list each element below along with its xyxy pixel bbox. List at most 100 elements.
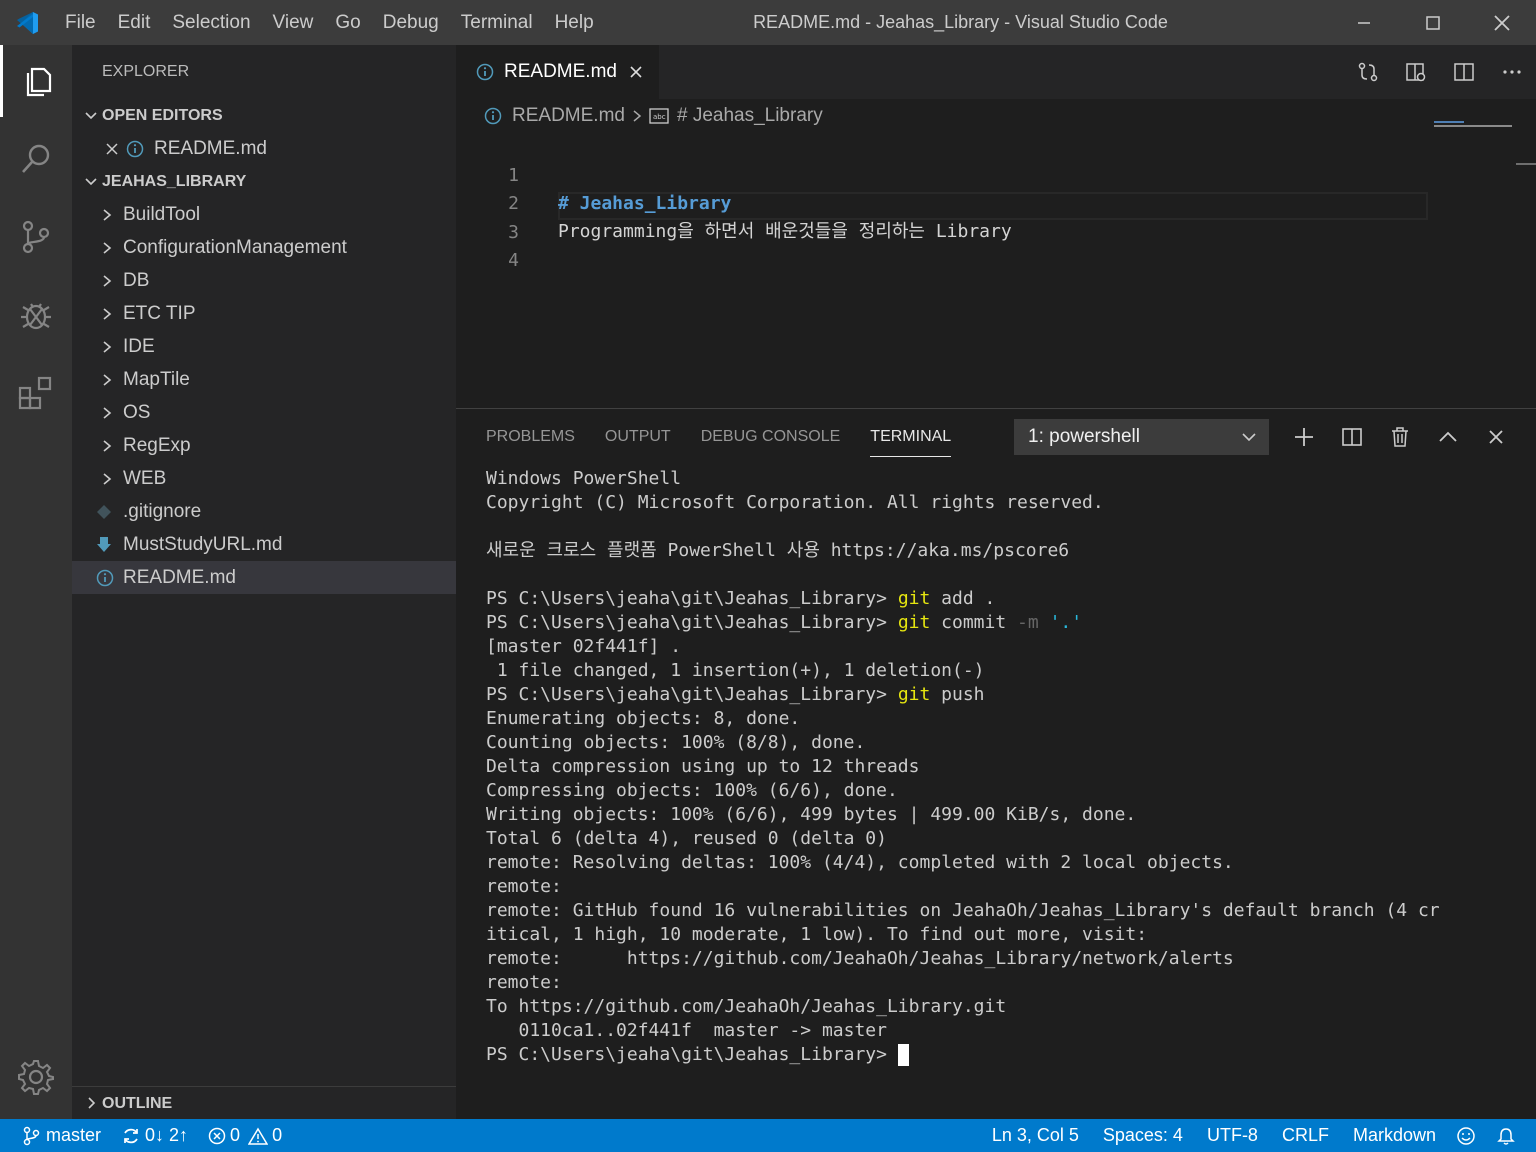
extensions-icon[interactable] [0, 357, 72, 429]
tab-close-icon[interactable] [629, 65, 643, 79]
terminal-line: remote: [486, 972, 562, 993]
open-changes-icon[interactable] [1344, 45, 1392, 99]
split-terminal-icon[interactable] [1328, 409, 1376, 465]
line-ending[interactable]: CRLF [1268, 1119, 1339, 1152]
notifications-bell-icon[interactable] [1486, 1119, 1526, 1152]
explorer-icon[interactable] [0, 45, 72, 117]
menu-edit[interactable]: Edit [107, 0, 162, 45]
maximize-panel-icon[interactable] [1424, 409, 1472, 465]
folder-item[interactable]: BuildTool [72, 198, 456, 231]
breadcrumb: README.md abc # Jeahas_Library [456, 99, 1536, 133]
command-args: commit [930, 612, 1018, 633]
file-label: MustStudyURL.md [123, 534, 283, 555]
folder-item[interactable]: IDE [72, 330, 456, 363]
chevron-right-icon [631, 108, 643, 124]
tab-readme[interactable]: README.md [456, 45, 659, 99]
new-terminal-icon[interactable] [1280, 409, 1328, 465]
file-gitignore[interactable]: .gitignore [72, 495, 456, 528]
chevron-right-icon [80, 1095, 102, 1111]
scrollbar-thumb[interactable] [1516, 163, 1536, 165]
menu-selection[interactable]: Selection [161, 0, 261, 45]
minimize-button[interactable] [1329, 0, 1398, 45]
language-mode[interactable]: Markdown [1339, 1119, 1446, 1152]
git-keyword: git [897, 684, 931, 705]
workspace-header[interactable]: JEAHAS_LIBRARY [72, 165, 456, 198]
open-editor-readme[interactable]: README.md [72, 132, 456, 165]
breadcrumb-file[interactable]: README.md [512, 105, 625, 127]
file-label: README.md [123, 567, 236, 588]
file-readme[interactable]: README.md [72, 561, 456, 594]
encoding[interactable]: UTF-8 [1193, 1119, 1268, 1152]
menu-go[interactable]: Go [324, 0, 371, 45]
close-window-button[interactable] [1467, 0, 1536, 45]
terminal-line: Enumerating objects: 8, done. [486, 708, 801, 729]
trash-icon[interactable] [1376, 409, 1424, 465]
folder-item[interactable]: RegExp [72, 429, 456, 462]
source-control-icon[interactable] [0, 201, 72, 273]
file-muststudyurl[interactable]: MustStudyURL.md [72, 528, 456, 561]
tab-output[interactable]: OUTPUT [605, 409, 671, 465]
chevron-down-icon [1241, 429, 1257, 445]
command-args: push [930, 684, 985, 705]
settings-gear-icon[interactable] [0, 1041, 72, 1113]
menu-debug[interactable]: Debug [372, 0, 450, 45]
folder-item[interactable]: MapTile [72, 363, 456, 396]
close-icon[interactable] [104, 141, 126, 157]
open-preview-icon[interactable] [1392, 45, 1440, 99]
open-editors-header[interactable]: OPEN EDITORS [72, 99, 456, 132]
menu-view[interactable]: View [262, 0, 325, 45]
branch-name: master [46, 1125, 102, 1145]
tab-terminal[interactable]: TERMINAL [870, 409, 951, 465]
panel-tabs: PROBLEMS OUTPUT DEBUG CONSOLE TERMINAL 1… [456, 409, 1536, 465]
status-bar: master 0↓ 2↑ 0 0 Ln 3, Col 5 Spaces: 4 U… [0, 1119, 1536, 1152]
prompt: PS C:\Users\jeaha\git\Jeahas_Library> [486, 612, 898, 633]
terminal-output[interactable]: Windows PowerShell Copyright (C) Microso… [486, 467, 1440, 1067]
indentation[interactable]: Spaces: 4 [1089, 1119, 1193, 1152]
editor-area: README.md README.md abc # Jeahas_Library… [456, 45, 1536, 408]
explorer-sidebar: EXPLORER OPEN EDITORS README.md JEAHAS_L… [72, 45, 456, 1119]
menu-file[interactable]: File [54, 0, 107, 45]
folder-item[interactable]: ETC TIP [72, 297, 456, 330]
folder-item[interactable]: WEB [72, 462, 456, 495]
code-editor[interactable]: 1 # Jeahas_Library 2 Programming을 하면서 배운… [456, 121, 1536, 403]
debug-icon[interactable] [0, 279, 72, 351]
bottom-panel: PROBLEMS OUTPUT DEBUG CONSOLE TERMINAL 1… [456, 408, 1536, 1119]
folder-label: MapTile [123, 369, 190, 390]
sidebar-title: EXPLORER [102, 63, 190, 80]
more-actions-icon[interactable] [1488, 45, 1536, 99]
tab-problems[interactable]: PROBLEMS [486, 409, 575, 465]
tab-debug-console[interactable]: DEBUG CONSOLE [701, 409, 841, 465]
git-keyword: git [897, 588, 931, 609]
string-symbol-icon: abc [649, 108, 669, 124]
chevron-right-icon [100, 207, 123, 223]
file-label: .gitignore [123, 501, 202, 522]
feedback-smiley-icon[interactable] [1446, 1119, 1486, 1152]
sync-indicator[interactable]: 0↓ 2↑ [111, 1119, 198, 1152]
branch-indicator[interactable]: master [0, 1119, 111, 1152]
info-icon [484, 107, 512, 125]
folder-item[interactable]: OS [72, 396, 456, 429]
terminal-line: Counting objects: 100% (8/8), done. [486, 732, 866, 753]
menu-help[interactable]: Help [544, 0, 605, 45]
editor-actions [1344, 45, 1536, 99]
maximize-button[interactable] [1398, 0, 1467, 45]
terminal-select[interactable]: 1: powershell [1014, 419, 1269, 455]
vscode-logo-icon [0, 0, 54, 45]
code-line-2: 2 Programming을 하면서 배운것들을 정리하는 Library [456, 162, 1456, 242]
search-icon[interactable] [0, 123, 72, 195]
cursor-position[interactable]: Ln 3, Col 5 [982, 1119, 1089, 1152]
outline-header[interactable]: OUTLINE [72, 1086, 456, 1119]
split-editor-icon[interactable] [1440, 45, 1488, 99]
terminal-line: remote: GitHub found 16 vulnerabilities … [486, 900, 1440, 921]
breadcrumb-symbol[interactable]: # Jeahas_Library [677, 105, 823, 127]
outline-label: OUTLINE [102, 1094, 173, 1112]
git-keyword: git [897, 612, 931, 633]
folder-item[interactable]: DB [72, 264, 456, 297]
menu-terminal[interactable]: Terminal [450, 0, 544, 45]
minimap[interactable] [1434, 121, 1514, 135]
folder-item[interactable]: ConfigurationManagement [72, 231, 456, 264]
problems-indicator[interactable]: 0 0 [198, 1119, 292, 1152]
close-panel-icon[interactable] [1472, 409, 1520, 465]
line-number: 4 [508, 250, 519, 271]
